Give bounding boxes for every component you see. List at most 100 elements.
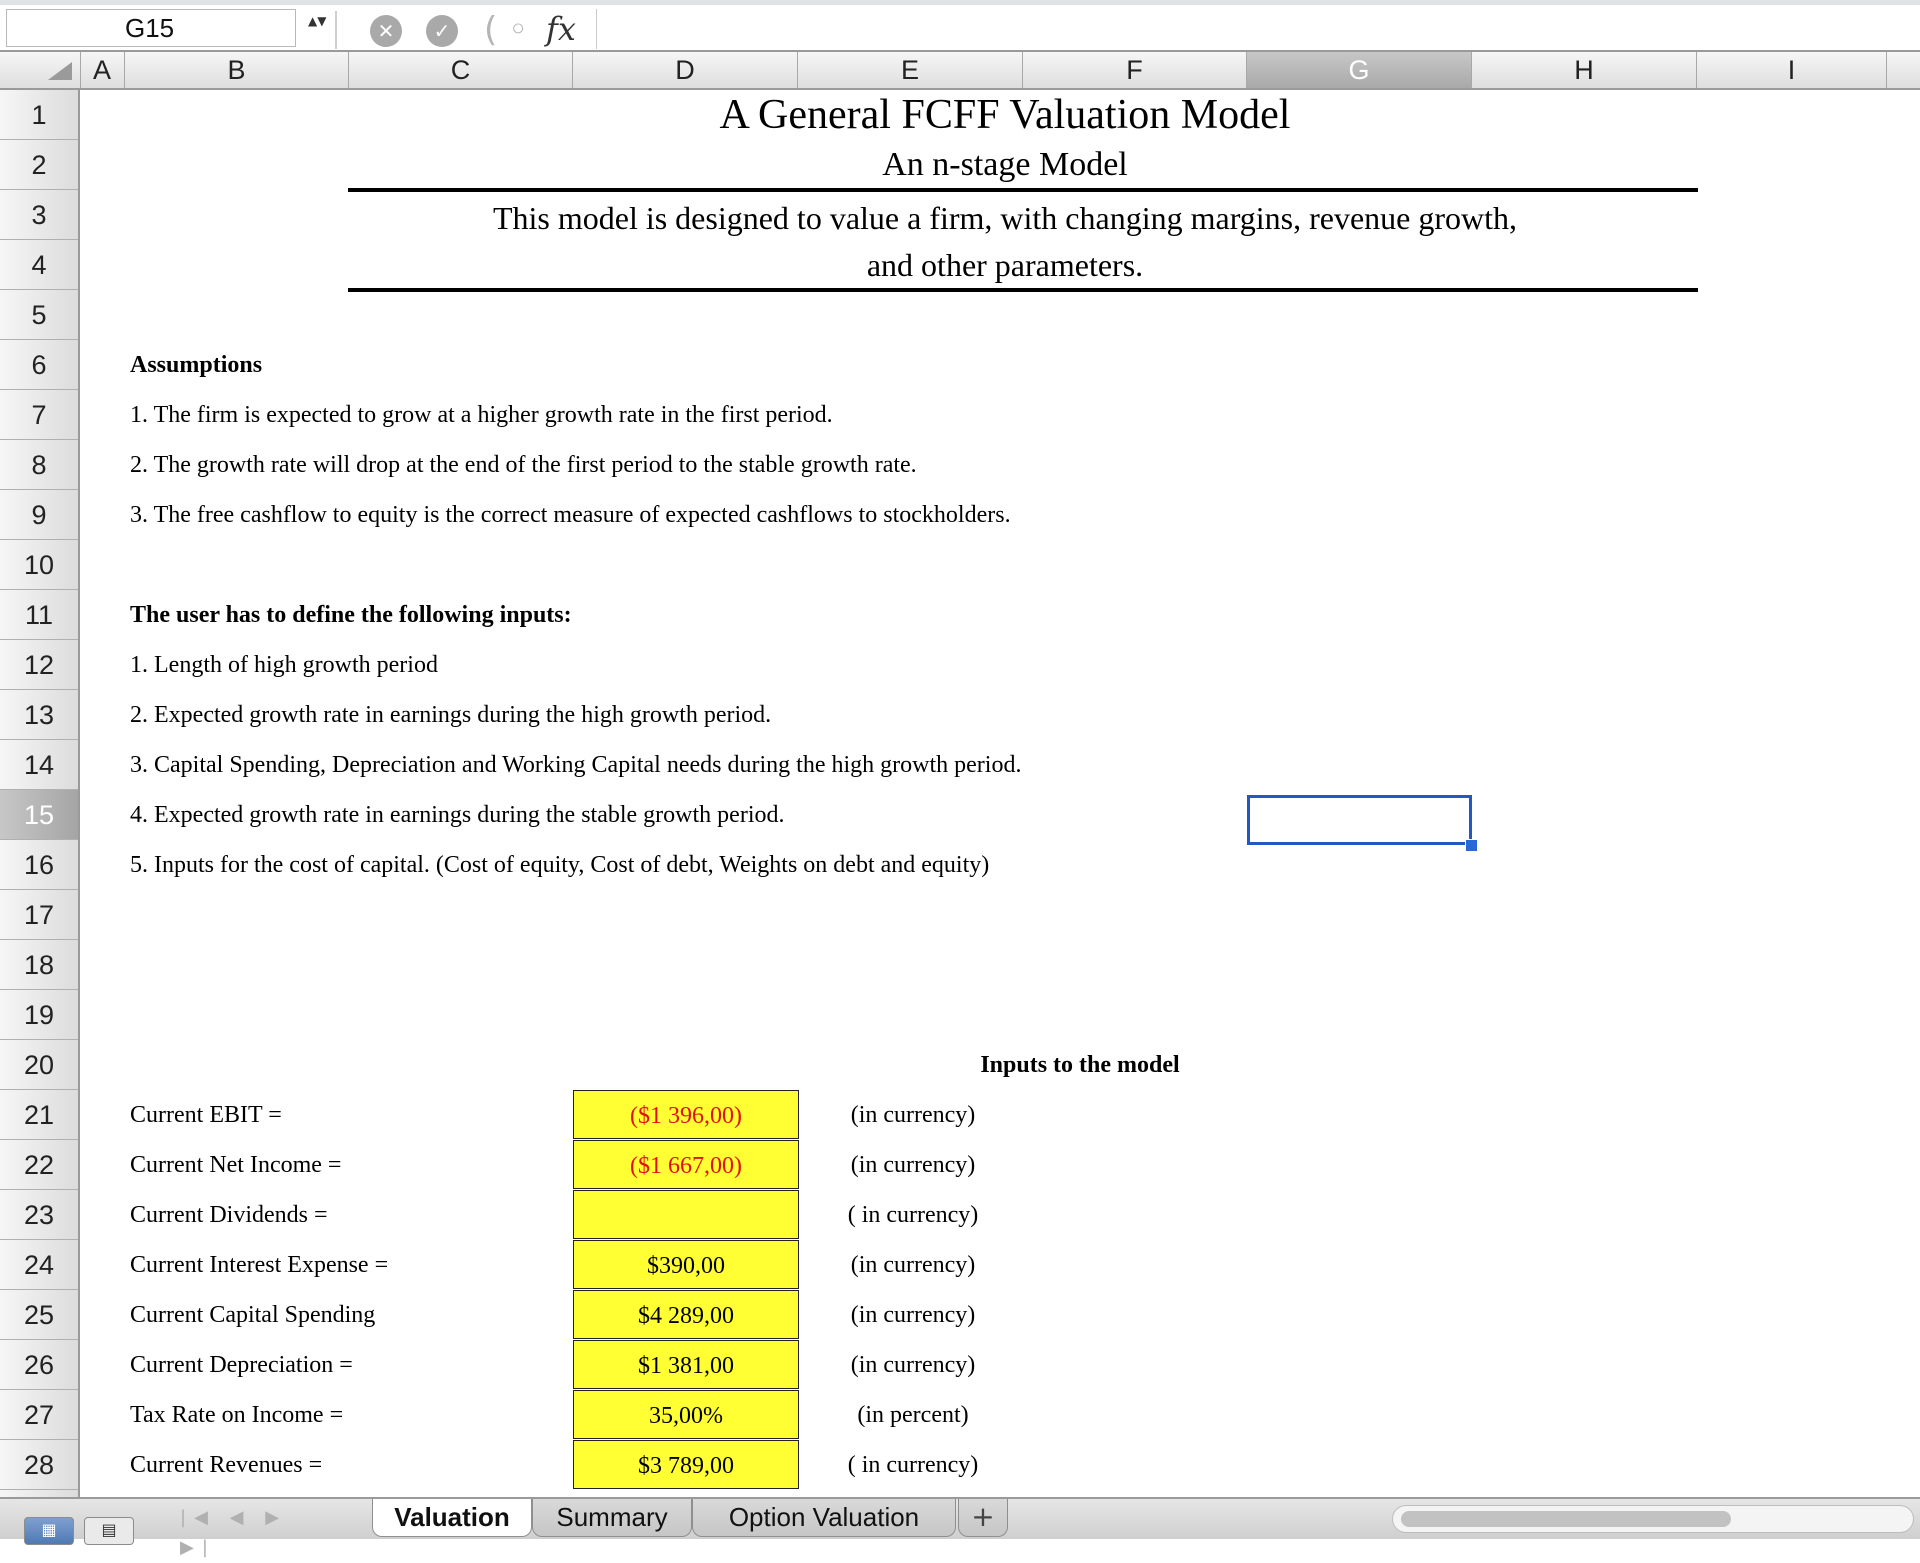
assumption-item: 1. The firm is expected to grow at a hig…: [130, 402, 833, 428]
model-inputs-heading: Inputs to the model: [980, 1052, 1180, 1078]
column-header-g[interactable]: G: [1247, 52, 1472, 88]
row-header[interactable]: 8: [0, 440, 78, 490]
input-unit: (in currency): [850, 1252, 976, 1278]
row-header[interactable]: 1: [0, 90, 78, 140]
input-list-item: 3. Capital Spending, Depreciation and Wo…: [130, 752, 1022, 778]
input-unit: (in currency): [850, 1352, 976, 1378]
select-all-corner[interactable]: [0, 52, 81, 88]
formula-bar: G15 ▲▼ ✕ ✓ ( ◦ fx: [0, 5, 1920, 52]
row-header[interactable]: 27: [0, 1390, 78, 1440]
cancel-icon[interactable]: ✕: [370, 15, 402, 47]
input-cell-current-net-income[interactable]: ($1 667,00): [573, 1140, 799, 1189]
tab-option-valuation[interactable]: Option Valuation: [692, 1499, 956, 1537]
input-cell-current-capital-spending[interactable]: $4 289,00: [573, 1290, 799, 1339]
input-unit: (in currency): [850, 1152, 976, 1178]
description-line-1: This model is designed to value a firm, …: [492, 200, 1518, 236]
row-header[interactable]: 9: [0, 490, 78, 540]
select-all-icon: [48, 62, 72, 80]
assumption-item: 2. The growth rate will drop at the end …: [130, 452, 917, 478]
column-header-i[interactable]: I: [1697, 52, 1887, 88]
row-header[interactable]: 14: [0, 740, 78, 790]
input-unit: (in currency): [850, 1102, 976, 1128]
row-header[interactable]: 2: [0, 140, 78, 190]
row-header[interactable]: 24: [0, 1240, 78, 1290]
formula-input[interactable]: [596, 9, 1917, 49]
column-header-e[interactable]: E: [798, 52, 1023, 88]
insert-function-icon[interactable]: fx: [546, 9, 590, 49]
sheet-nav-arrows-icon[interactable]: |◀ ◀ ▶ ▶|: [180, 1503, 330, 1558]
tab-valuation[interactable]: Valuation: [372, 1499, 532, 1537]
name-box[interactable]: G15: [6, 9, 296, 47]
row-header[interactable]: 5: [0, 290, 78, 340]
row-header[interactable]: 3: [0, 190, 78, 240]
assumption-item: 3. The free cashflow to equity is the co…: [130, 502, 1011, 528]
input-cell-current-dividends[interactable]: [573, 1190, 799, 1239]
row-header[interactable]: 20: [0, 1040, 78, 1090]
tab-summary[interactable]: Summary: [532, 1499, 692, 1537]
input-label: Current Dividends =: [130, 1202, 328, 1228]
model-title: A General FCFF Valuation Model: [719, 92, 1291, 138]
column-header-a[interactable]: A: [80, 52, 125, 88]
add-sheet-button[interactable]: +: [958, 1499, 1008, 1537]
selected-cell-g15[interactable]: [1247, 795, 1472, 845]
row-header[interactable]: 17: [0, 890, 78, 940]
name-box-stepper-icon[interactable]: ▲▼: [308, 15, 326, 45]
row-header[interactable]: 7: [0, 390, 78, 440]
row-header[interactable]: 25: [0, 1290, 78, 1340]
column-header-h[interactable]: H: [1472, 52, 1697, 88]
row-header-selected[interactable]: 15: [0, 790, 78, 840]
description-line-2: and other parameters.: [866, 247, 1144, 283]
input-cell-current-interest-expense[interactable]: $390,00: [573, 1240, 799, 1289]
input-unit: (in currency): [850, 1302, 976, 1328]
sheet-tab-bar: ▦ ▤ |◀ ◀ ▶ ▶| Valuation Summary Option V…: [0, 1497, 1920, 1558]
input-list-item: 5. Inputs for the cost of capital. (Cost…: [130, 852, 990, 878]
input-label: Current Depreciation =: [130, 1352, 353, 1378]
input-cell-tax-rate[interactable]: 35,00%: [573, 1390, 799, 1439]
model-subtitle: An n-stage Model: [882, 146, 1128, 183]
row-header[interactable]: 23: [0, 1190, 78, 1240]
input-cell-current-depreciation[interactable]: $1 381,00: [573, 1340, 799, 1389]
input-label: Current Capital Spending: [130, 1302, 376, 1328]
row-header[interactable]: 11: [0, 590, 78, 640]
column-header-f[interactable]: F: [1023, 52, 1247, 88]
input-list-item: 1. Length of high growth period: [130, 652, 438, 678]
input-cell-current-ebit[interactable]: ($1 396,00): [573, 1090, 799, 1139]
fill-handle[interactable]: [1465, 839, 1478, 852]
column-header-bar: A B C D E F G H I: [0, 52, 1920, 90]
input-label: Current EBIT =: [130, 1102, 282, 1128]
input-list-item: 2. Expected growth rate in earnings duri…: [130, 702, 772, 728]
sheet-grid[interactable]: A General FCFF Valuation Model An n-stag…: [80, 90, 1920, 1503]
row-header[interactable]: 21: [0, 1090, 78, 1140]
input-cell-current-revenues[interactable]: $3 789,00: [573, 1440, 799, 1489]
row-header[interactable]: 4: [0, 240, 78, 290]
description-rule: [348, 288, 1698, 292]
input-label: Current Net Income =: [130, 1152, 342, 1178]
row-header[interactable]: 26: [0, 1340, 78, 1390]
horizontal-scroll-thumb[interactable]: [1401, 1511, 1731, 1527]
input-unit: (in percent): [857, 1402, 969, 1428]
row-header[interactable]: 28: [0, 1440, 78, 1490]
input-label: Current Interest Expense =: [130, 1252, 389, 1278]
row-header[interactable]: 22: [0, 1140, 78, 1190]
formula-builder-icon[interactable]: ( ◦: [484, 11, 532, 49]
column-header-d[interactable]: D: [573, 52, 798, 88]
column-header-c[interactable]: C: [349, 52, 573, 88]
row-header[interactable]: 19: [0, 990, 78, 1040]
row-header[interactable]: 12: [0, 640, 78, 690]
row-header[interactable]: 13: [0, 690, 78, 740]
normal-view-icon[interactable]: ▦: [24, 1517, 74, 1545]
row-header[interactable]: 6: [0, 340, 78, 390]
input-unit: ( in currency): [847, 1202, 979, 1228]
row-header[interactable]: 18: [0, 940, 78, 990]
column-header-b[interactable]: B: [125, 52, 349, 88]
input-label: Current Revenues =: [130, 1452, 323, 1478]
accept-icon[interactable]: ✓: [426, 15, 458, 47]
row-header[interactable]: 10: [0, 540, 78, 590]
input-label: Tax Rate on Income =: [130, 1402, 344, 1428]
title-rule: [348, 188, 1698, 192]
assumptions-heading: Assumptions: [130, 352, 263, 378]
horizontal-scrollbar[interactable]: [1392, 1505, 1914, 1533]
row-header[interactable]: 16: [0, 840, 78, 890]
page-layout-view-icon[interactable]: ▤: [84, 1517, 134, 1545]
formula-bar-separator: [335, 11, 337, 49]
